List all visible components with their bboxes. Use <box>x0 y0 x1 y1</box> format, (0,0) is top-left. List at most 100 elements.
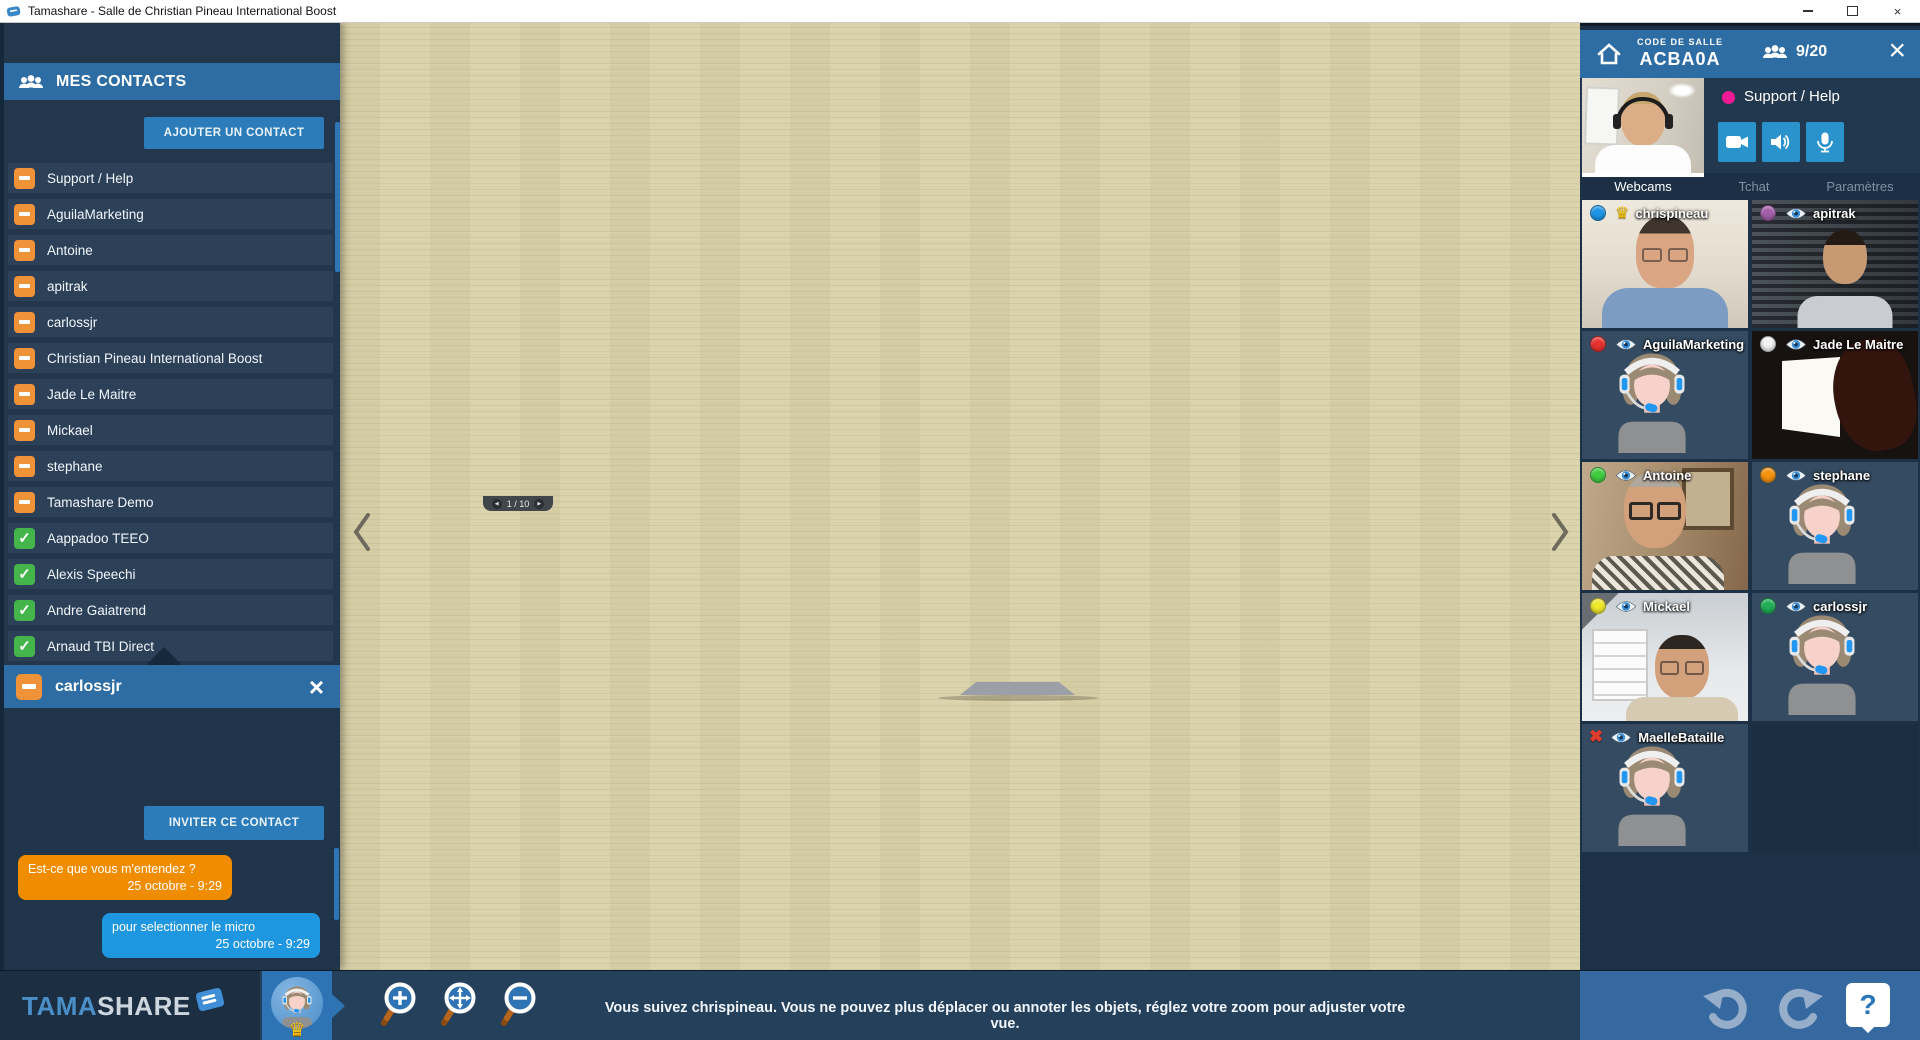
status-busy-icon <box>14 456 35 477</box>
tile-overlay: ✖ MaelleBataille <box>1582 724 1748 750</box>
window-title: Tamashare - Salle de Christian Pineau In… <box>28 4 336 18</box>
webcam-tile-mickael[interactable]: Mickael <box>1582 593 1748 721</box>
contact-name: Aappadoo TEEO <box>47 531 149 546</box>
status-busy-icon <box>14 420 35 441</box>
canvas-right-arrow[interactable] <box>1550 512 1570 552</box>
chat-close-icon[interactable]: × <box>309 677 324 697</box>
contact-name: Antoine <box>47 243 93 258</box>
brand-section: TAMASHARE <box>0 971 260 1040</box>
contact-row[interactable]: Alexis Speechi <box>8 559 333 589</box>
zoom-out-button[interactable] <box>498 981 544 1031</box>
room-code-label: CODE DE SALLE <box>1620 37 1740 47</box>
eye-icon <box>1610 731 1632 744</box>
add-contact-button[interactable]: AJOUTER UN CONTACT <box>144 117 324 149</box>
tab-paramtres[interactable]: Paramètres <box>1804 179 1916 194</box>
chat-contact-name: carlossjr <box>55 678 309 696</box>
participant-name: MaelleBataille <box>1638 730 1724 745</box>
tile-overlay: AguilaMarketing <box>1582 331 1748 357</box>
contact-row[interactable]: Jade Le Maitre <box>8 379 333 409</box>
self-webcam-row: Support / Help <box>1580 78 1920 173</box>
tab-tchat[interactable]: Tchat <box>1704 179 1804 194</box>
leave-room-icon[interactable]: × <box>1888 34 1906 68</box>
contact-row[interactable]: apitrak <box>8 271 333 301</box>
whiteboard-page-indicator: 1 / 10 <box>507 499 530 509</box>
contact-row[interactable]: Andre Gaiatrend <box>8 595 333 625</box>
webcam-tile-apitrak[interactable]: apitrak <box>1752 200 1918 328</box>
app-logo-icon <box>6 5 21 18</box>
status-busy-icon <box>14 492 35 513</box>
avatar-chevron-icon <box>332 994 345 1018</box>
self-shirt <box>1595 145 1691 173</box>
webcam-tile-aguilamarketing[interactable]: AguilaMarketing <box>1582 331 1748 459</box>
eye-icon <box>1785 469 1807 482</box>
brand-logo: TAMASHARE <box>22 991 191 1022</box>
tab-webcams[interactable]: Webcams <box>1582 179 1704 194</box>
status-busy-icon <box>16 674 42 700</box>
webcam-tile-jadelemaitre[interactable]: Jade Le Maitre <box>1752 331 1918 459</box>
message-timestamp: 25 octobre - 9:29 <box>28 879 222 893</box>
home-icon[interactable] <box>1596 42 1622 66</box>
webcam-tile-chrispineau[interactable]: ♛chrispineau <box>1582 200 1748 328</box>
participant-name: apitrak <box>1813 206 1856 221</box>
contacts-title: MES CONTACTS <box>56 73 186 91</box>
chat-message-bubble: pour selectionner le micro25 octobre - 9… <box>102 913 320 958</box>
status-dot <box>1760 598 1776 614</box>
window-maximize-button[interactable] <box>1830 0 1875 22</box>
contact-name: Tamashare Demo <box>47 495 154 510</box>
canvas-left-arrow[interactable] <box>352 512 372 552</box>
contact-row[interactable]: AguilaMarketing <box>8 199 333 229</box>
zoom-in-button[interactable] <box>378 981 424 1031</box>
contact-row[interactable]: carlossjr <box>8 307 333 337</box>
contacts-scrollbar[interactable] <box>335 122 340 272</box>
eye-icon <box>1785 338 1807 351</box>
self-head <box>1621 92 1665 146</box>
eye-icon <box>1785 207 1807 220</box>
webcam-tile-carlossjr[interactable]: carlossjr <box>1752 593 1918 721</box>
help-button[interactable]: ? <box>1846 983 1890 1027</box>
webcam-tile-antoine[interactable]: Antoine <box>1582 462 1748 590</box>
eye-icon <box>1615 600 1637 613</box>
tile-overlay: apitrak <box>1752 200 1918 226</box>
status-dot <box>1760 336 1776 352</box>
microphone-toggle-button[interactable] <box>1806 122 1844 162</box>
undo-button[interactable] <box>1702 983 1754 1032</box>
my-avatar-button[interactable]: ♛ <box>262 971 332 1040</box>
status-disconnected-icon: ✖ <box>1589 727 1603 747</box>
prev-page-icon[interactable]: ◀ <box>492 499 502 509</box>
room-code-value: ACBA0A <box>1620 49 1740 70</box>
contact-row[interactable]: Christian Pineau International Boost <box>8 343 333 373</box>
next-page-icon[interactable]: ▶ <box>534 499 544 509</box>
self-webcam-video[interactable] <box>1582 78 1704 173</box>
contact-row[interactable]: Mickael <box>8 415 333 445</box>
status-busy-icon <box>14 204 35 225</box>
contact-row[interactable]: stephane <box>8 451 333 481</box>
tamashare-window: Panasonic WE ARE LA FRENCH TECH SONY ◀ 1… <box>0 0 1920 1040</box>
contact-row[interactable]: Tamashare Demo <box>8 487 333 517</box>
message-text: pour selectionner le micro <box>112 920 255 934</box>
window-titlebar[interactable]: Tamashare - Salle de Christian Pineau In… <box>0 0 1920 23</box>
bright-screen <box>1782 357 1840 437</box>
webcam-tile-stephane[interactable]: stephane <box>1752 462 1918 590</box>
window-minimize-button[interactable] <box>1785 0 1830 22</box>
pan-move-button[interactable] <box>438 981 484 1031</box>
camera-toggle-button[interactable] <box>1718 122 1756 162</box>
invite-contact-button[interactable]: INVITER CE CONTACT <box>144 806 324 840</box>
contact-row[interactable]: Aappadoo TEEO <box>8 523 333 553</box>
status-busy-icon <box>14 168 35 189</box>
whiteboard-pagination[interactable]: ◀ 1 / 10 ▶ <box>483 496 553 511</box>
webcam-tile-empty <box>1752 724 1918 852</box>
window-close-button[interactable]: × <box>1875 0 1920 22</box>
contact-row[interactable]: Support / Help <box>8 163 333 193</box>
person-head <box>1823 230 1867 284</box>
tile-overlay: ♛chrispineau <box>1582 200 1748 226</box>
panel-tabs: WebcamsTchatParamètres <box>1580 173 1920 199</box>
chat-panel-notch <box>145 647 183 666</box>
chat-panel: carlossjr × INVITER CE CONTACT Est-ce qu… <box>0 625 340 970</box>
contact-row[interactable]: Antoine <box>8 235 333 265</box>
tv-shadow <box>938 695 1098 701</box>
chat-scrollbar[interactable] <box>334 848 339 920</box>
person-head <box>1655 635 1709 699</box>
redo-button[interactable] <box>1772 983 1824 1032</box>
webcam-tile-maellebataille[interactable]: ✖ MaelleBataille <box>1582 724 1748 852</box>
speaker-toggle-button[interactable] <box>1762 122 1800 162</box>
